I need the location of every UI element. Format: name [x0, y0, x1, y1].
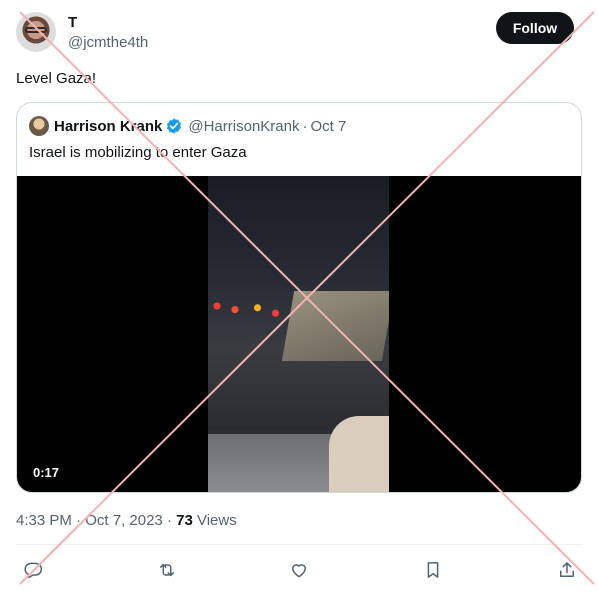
author-handle[interactable]: @jcmthe4th — [68, 34, 148, 51]
video-truck — [281, 291, 389, 361]
quoted-tweet-text: Israel is mobilizing to enter Gaza — [29, 144, 247, 161]
share-icon — [560, 562, 574, 577]
video-traffic-lights — [208, 288, 298, 324]
divider — [16, 544, 582, 545]
reply-button[interactable] — [19, 556, 47, 584]
verified-badge-icon — [167, 118, 182, 134]
views-label: Views — [196, 512, 237, 529]
video-arm — [329, 416, 389, 492]
follow-button[interactable]: Follow — [496, 12, 574, 44]
video-duration-badge: 0:17 — [27, 463, 66, 482]
author-name[interactable]: T — [68, 14, 77, 31]
author-avatar[interactable] — [16, 12, 56, 52]
quoted-author-handle[interactable]: @HarrisonKrank — [188, 118, 299, 135]
bookmark-button[interactable] — [419, 556, 447, 584]
avatar-glasses — [25, 27, 47, 33]
meta-separator: · — [76, 512, 86, 529]
quoted-date[interactable]: Oct 7 — [310, 118, 346, 135]
action-bar — [16, 556, 582, 584]
views-count: 73 — [176, 512, 193, 529]
quoted-tweet-header: Harrison Krank @HarrisonKrank · Oct 7 — [29, 116, 346, 136]
quoted-author-avatar[interactable] — [29, 116, 49, 136]
like-button[interactable] — [285, 556, 313, 584]
tweet-text: Level Gaza! — [16, 70, 97, 87]
tweet-date[interactable]: Oct 7, 2023 — [85, 512, 163, 529]
bookmark-icon — [427, 562, 439, 578]
video-player[interactable]: 0:17 — [17, 176, 581, 492]
quoted-separator: · — [302, 117, 308, 135]
quoted-tweet[interactable]: Harrison Krank @HarrisonKrank · Oct 7 Is… — [16, 102, 582, 493]
quoted-author-name[interactable]: Harrison Krank — [54, 118, 162, 135]
video-frame — [208, 176, 389, 492]
meta-separator: · — [166, 512, 177, 529]
share-button[interactable] — [553, 556, 581, 584]
heart-icon — [292, 564, 306, 578]
tweet-header: T @jcmthe4th Follow — [16, 12, 574, 56]
retweet-icon — [160, 563, 174, 577]
retweet-button[interactable] — [153, 556, 181, 584]
tweet-time[interactable]: 4:33 PM — [16, 512, 72, 529]
tweet-meta: 4:33 PM · Oct 7, 2023 · 73 Views — [16, 512, 237, 529]
reply-icon — [24, 562, 43, 579]
